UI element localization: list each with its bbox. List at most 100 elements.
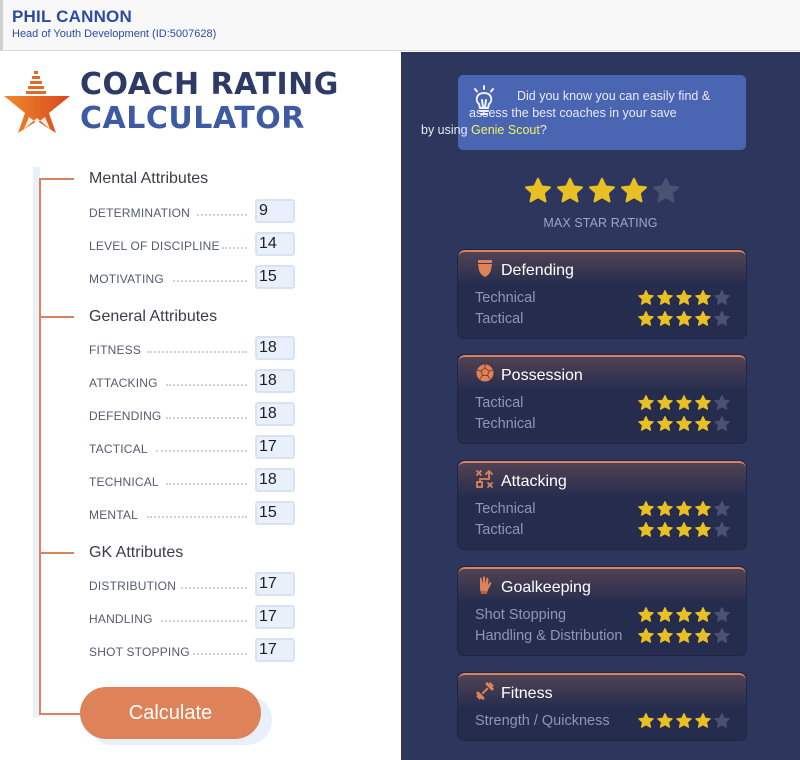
attr-technical: TECHNICAL	[89, 468, 295, 492]
star-rating	[637, 712, 731, 730]
rating-label: Strength / Quickness	[475, 713, 610, 729]
star-filled-icon	[695, 395, 711, 410]
attr-defending: DEFENDING	[89, 402, 295, 426]
star-filled-icon	[695, 311, 711, 326]
rating-card-attacking: Attacking Technical Tactical	[457, 460, 747, 550]
attr-label: DISTRIBUTION	[89, 579, 177, 593]
star-rating	[637, 500, 731, 518]
tactics-board-icon	[476, 469, 493, 488]
rating-row: Technical	[475, 414, 731, 434]
profile-header: PHIL CANNON Head of Youth Development (I…	[0, 0, 800, 51]
level-of-discipline-input[interactable]	[255, 232, 295, 256]
max-star-rating-label: MAX STAR RATING	[543, 216, 658, 230]
leader-dots	[156, 450, 247, 452]
star-rating	[637, 521, 731, 539]
title-line-2: CALCULATOR	[80, 101, 305, 136]
star-rating	[637, 394, 731, 412]
star-filled-icon	[638, 395, 654, 410]
attr-label: MOTIVATING	[89, 272, 164, 286]
determination-input[interactable]	[255, 199, 295, 223]
attr-attacking: ATTACKING	[89, 369, 295, 393]
rating-label: Tactical	[475, 522, 524, 538]
fitness-input[interactable]	[255, 336, 295, 360]
attr-label: SHOT STOPPING	[89, 645, 190, 659]
star-empty-icon	[714, 628, 730, 643]
star-empty-icon	[714, 395, 730, 410]
group-title-mental: Mental Attributes	[89, 170, 209, 187]
handling-input[interactable]	[255, 605, 295, 629]
genie-scout-tip: Did you know you can easily find & asses…	[421, 75, 746, 150]
leader-dots	[193, 653, 247, 655]
star-filled-icon	[638, 501, 654, 516]
star-empty-icon	[714, 311, 730, 326]
star-filled-icon	[621, 177, 647, 203]
attr-label: TACTICAL	[89, 442, 148, 456]
star-empty-icon	[714, 290, 730, 305]
shot-stopping-input[interactable]	[255, 638, 295, 662]
star-filled-icon	[638, 628, 654, 643]
tactical-input[interactable]	[255, 435, 295, 459]
rating-card-possession: Possession Tactical Technical	[457, 354, 747, 444]
star-filled-icon	[676, 501, 692, 516]
star-filled-icon	[676, 607, 692, 622]
dumbbell-icon	[476, 682, 494, 700]
group-title-gk: GK Attributes	[89, 544, 184, 561]
rating-row: Tactical	[475, 309, 731, 329]
star-filled-icon	[676, 713, 692, 728]
attr-label: LEVEL OF DISCIPLINE	[89, 239, 220, 253]
star-filled-icon	[557, 177, 583, 203]
attr-label: DETERMINATION	[89, 206, 191, 220]
leader-dots	[147, 351, 247, 353]
star-empty-icon	[714, 522, 730, 537]
rating-card-goalkeeping: Goalkeeping Shot Stopping Handling & Distr…	[457, 566, 747, 656]
tip-text: Did you know you can easily find & asses…	[421, 88, 744, 139]
tree-branch	[39, 713, 84, 715]
star-filled-icon	[638, 311, 654, 326]
star-filled-icon	[638, 607, 654, 622]
ball-icon	[476, 364, 494, 382]
card-title: Defending	[501, 262, 574, 279]
leader-dots	[197, 214, 247, 216]
star-filled-icon	[695, 628, 711, 643]
attr-label: TECHNICAL	[89, 475, 159, 489]
attr-determination: DETERMINATION	[89, 199, 295, 223]
star-rating	[637, 606, 731, 624]
motivating-input[interactable]	[255, 265, 295, 289]
attr-distribution: DISTRIBUTION	[89, 572, 295, 596]
rating-row: Strength / Quickness	[475, 711, 731, 731]
attr-label: HANDLING	[89, 612, 153, 626]
star-rating	[637, 289, 731, 307]
distribution-input[interactable]	[255, 572, 295, 596]
mental-input[interactable]	[255, 501, 295, 525]
technical-input[interactable]	[255, 468, 295, 492]
rating-label: Technical	[475, 290, 536, 306]
leader-dots	[166, 417, 247, 419]
rating-row: Shot Stopping	[475, 605, 731, 625]
group-title-general: General Attributes	[89, 308, 218, 325]
coach-name: PHIL CANNON	[12, 7, 132, 26]
leader-dots	[166, 384, 247, 386]
tree-branch	[39, 552, 74, 554]
star-filled-icon	[695, 607, 711, 622]
star-filled-icon	[695, 713, 711, 728]
calculate-button[interactable]: Calculate	[80, 687, 261, 739]
rating-row: Technical	[475, 288, 731, 308]
star-filled-icon	[695, 501, 711, 516]
star-filled-icon	[638, 416, 654, 431]
leader-dots	[173, 280, 247, 282]
genie-scout-link[interactable]: Genie Scout	[471, 123, 540, 137]
star-empty-icon	[653, 177, 679, 203]
leader-dots	[166, 483, 247, 485]
defending-input[interactable]	[255, 402, 295, 426]
attacking-input[interactable]	[255, 369, 295, 393]
star-filled-icon	[657, 416, 673, 431]
attr-motivating: MOTIVATING	[89, 265, 295, 289]
rating-label: Handling & Distribution	[475, 628, 623, 644]
star-filled-icon	[676, 290, 692, 305]
star-filled-icon	[657, 501, 673, 516]
attr-label: ATTACKING	[89, 376, 158, 390]
star-filled-icon	[638, 522, 654, 537]
star-empty-icon	[714, 501, 730, 516]
star-filled-icon	[657, 713, 673, 728]
attr-fitness: FITNESS	[89, 336, 295, 360]
